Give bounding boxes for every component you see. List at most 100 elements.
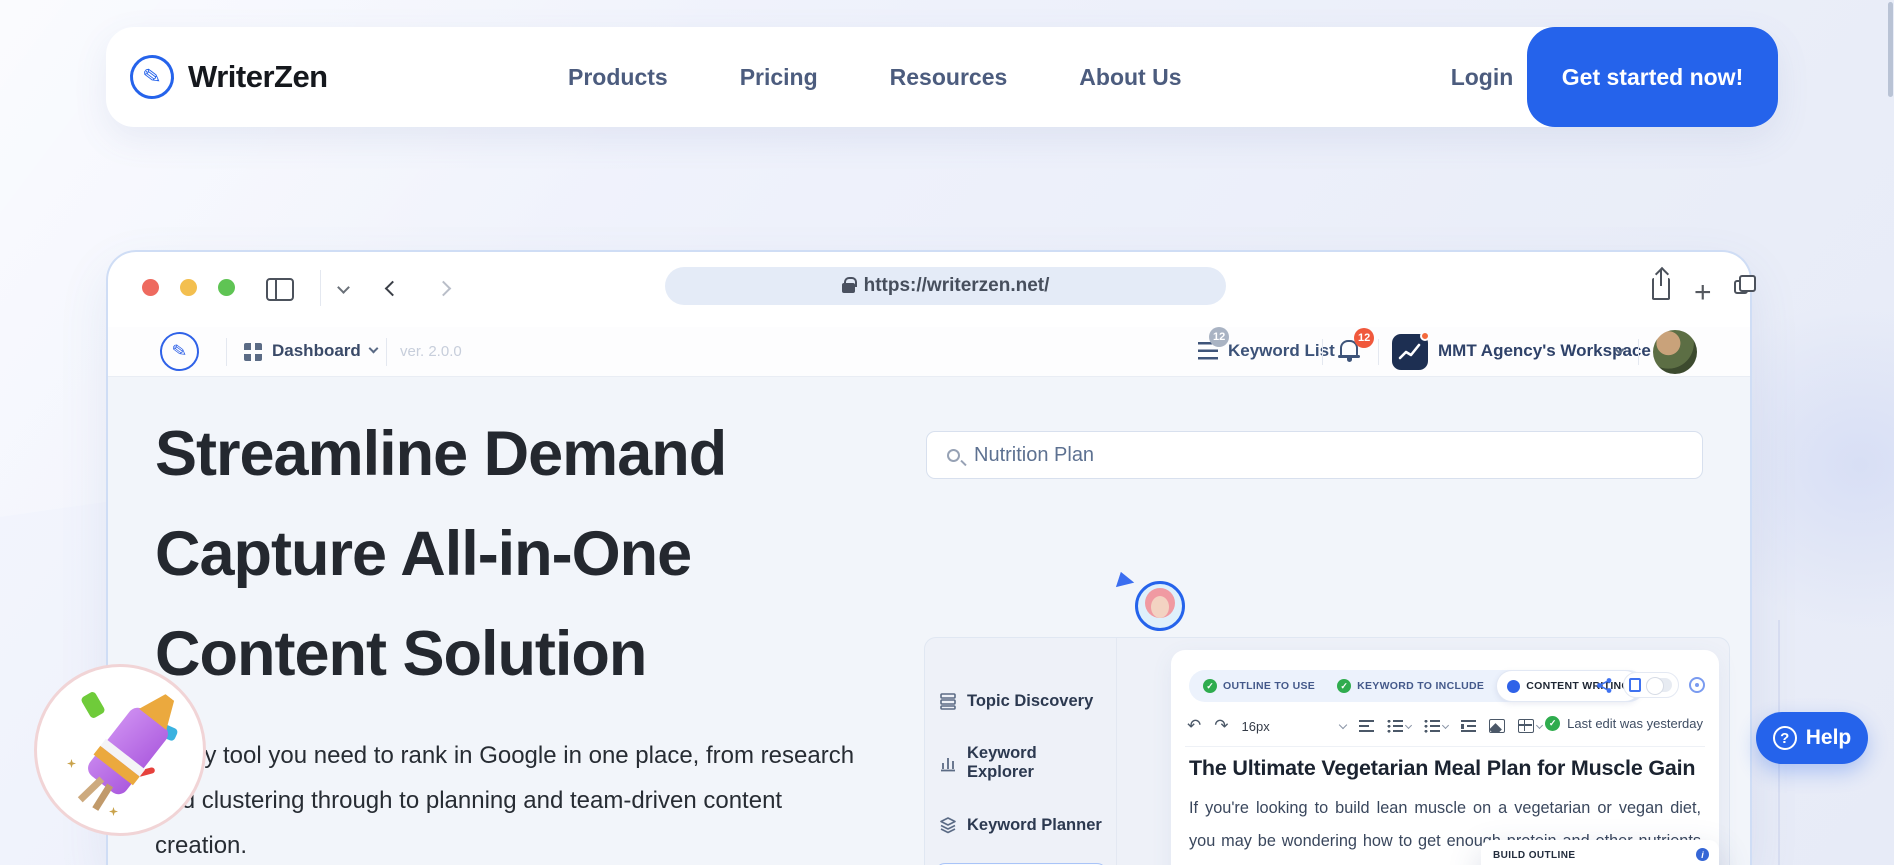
sidebar-toggle-icon[interactable]: [266, 278, 294, 301]
editor-actions: [1596, 672, 1705, 698]
notification-badge: 12: [1354, 328, 1375, 348]
get-started-button[interactable]: Get started now!: [1527, 27, 1778, 127]
search-icon: [947, 448, 960, 462]
outline-panel-title: BUILD OUTLINE: [1493, 850, 1576, 861]
divider: [1322, 339, 1323, 365]
active-step-dot: [1507, 679, 1521, 693]
nav-link-resources[interactable]: Resources: [890, 64, 1008, 91]
nav-link-about-us[interactable]: About Us: [1079, 64, 1181, 91]
redo-icon[interactable]: ↷: [1214, 716, 1228, 736]
user-avatar[interactable]: [1653, 330, 1697, 374]
traffic-light-zoom[interactable]: [218, 279, 235, 296]
divider: [1185, 746, 1705, 747]
divider: [1116, 638, 1117, 865]
page: ✎ WriterZen Products Pricing Resources A…: [0, 0, 1894, 865]
search-input[interactable]: Nutrition Plan: [926, 431, 1703, 479]
keyword-explorer-icon: [941, 758, 955, 772]
hero-title: Streamline Demand Capture All-in-One Con…: [155, 404, 727, 704]
dashboard-grid-icon: [244, 343, 262, 361]
last-edit-status: ✓ Last edit was yesterday: [1545, 716, 1703, 731]
hero-title-line2: Capture All-in-One: [155, 519, 692, 589]
confetti-candy: [80, 690, 106, 720]
sparkle: [109, 807, 118, 816]
topic-discovery-icon: [940, 693, 956, 710]
sidebar-item-label: Topic Discovery: [967, 691, 1094, 710]
divider: [226, 338, 227, 366]
keyword-list-badge: 12: [1209, 327, 1230, 347]
focus-mode-icon[interactable]: [1689, 677, 1705, 693]
question-icon: ?: [1772, 726, 1797, 750]
dashboard-menu[interactable]: Dashboard: [272, 341, 361, 361]
sparkle: [67, 759, 76, 768]
last-edit-text: Last edit was yesterday: [1567, 716, 1703, 731]
collab-user-avatar: [1135, 581, 1185, 631]
nav-links: Products Pricing Resources About Us: [568, 27, 1182, 127]
tab-overview-icon[interactable]: [1734, 275, 1756, 294]
sidebar-item-keyword-explorer[interactable]: Keyword Explorer: [939, 744, 1107, 781]
insert-image-icon[interactable]: [1488, 719, 1505, 733]
share-icon[interactable]: [1652, 270, 1670, 300]
workflow-steps: ✓ OUTLINE TO USE ✓ KEYWORD TO INCLUDE CO…: [1189, 670, 1645, 702]
collab-cursor-icon: [1115, 571, 1137, 593]
keyword-planner-icon: [940, 817, 956, 834]
help-button[interactable]: ? Help: [1756, 712, 1868, 764]
divider: [386, 338, 387, 366]
bullet-list-icon[interactable]: [1386, 719, 1412, 733]
insert-table-icon[interactable]: [1517, 719, 1543, 733]
traffic-light-close[interactable]: [142, 279, 159, 296]
address-bar[interactable]: https://writerzen.net/: [665, 267, 1226, 305]
search-value: Nutrition Plan: [974, 443, 1095, 466]
page-scrollbar[interactable]: [1888, 2, 1893, 97]
info-icon[interactable]: i: [1696, 848, 1709, 861]
top-navigation: ✎ WriterZen Products Pricing Resources A…: [106, 27, 1778, 127]
sidebar-item-keyword-planner[interactable]: Keyword Planner: [939, 810, 1107, 840]
chevron-down-icon: [1338, 720, 1347, 729]
brand-name: WriterZen: [188, 59, 328, 94]
lock-icon: [841, 277, 857, 293]
brand[interactable]: ✎ WriterZen: [127, 27, 328, 127]
browser-chrome: https://writerzen.net/ +: [108, 252, 1756, 327]
chevron-down-icon[interactable]: [368, 343, 379, 354]
sidebar-item-label: Keyword Explorer: [967, 744, 1037, 781]
sidebar-item-topic-discovery[interactable]: Topic Discovery: [939, 686, 1107, 716]
hero-subtitle: Every tool you need to rank in Google in…: [155, 742, 855, 859]
numbered-list-icon[interactable]: [1423, 719, 1449, 733]
workspace-status-dot: [1420, 331, 1430, 341]
app-header: ✎ Dashboard ver. 2.0.0 12 Keyword List 1…: [108, 327, 1750, 377]
article-title: The Ultimate Vegetarian Meal Plan for Mu…: [1189, 756, 1696, 780]
chevron-down-icon[interactable]: [337, 281, 350, 294]
divider: [320, 270, 321, 306]
font-size-select[interactable]: 16px: [1241, 718, 1347, 734]
nav-link-pricing[interactable]: Pricing: [740, 64, 818, 91]
url-text: https://writerzen.net/: [863, 275, 1050, 296]
version-label: ver. 2.0.0: [400, 343, 462, 360]
nav-link-products[interactable]: Products: [568, 64, 668, 91]
doc-toggle[interactable]: [1623, 672, 1679, 698]
font-size-value: 16px: [1241, 718, 1270, 734]
keyword-list-menu[interactable]: Keyword List: [1228, 341, 1335, 361]
align-left-icon[interactable]: [1358, 719, 1374, 733]
divider: [1378, 339, 1379, 365]
hero-title-line1: Streamline Demand: [155, 419, 727, 489]
toggle-switch: [1646, 677, 1672, 695]
undo-icon[interactable]: ↶: [1187, 716, 1201, 736]
party-popper-icon: [77, 704, 172, 811]
login-link[interactable]: Login: [1436, 27, 1528, 127]
step-outline-to-use[interactable]: ✓ OUTLINE TO USE: [1193, 670, 1325, 702]
app-logo-icon[interactable]: ✎: [157, 329, 202, 374]
document-icon: [1629, 678, 1641, 692]
forward-icon[interactable]: [435, 280, 452, 297]
help-label: Help: [1805, 726, 1852, 749]
divider: [1638, 339, 1639, 365]
check-icon: ✓: [1545, 716, 1561, 731]
indent-icon[interactable]: [1460, 719, 1476, 733]
new-tab-icon[interactable]: +: [1694, 276, 1712, 310]
hero-title-line3: Content Solution: [155, 619, 647, 689]
traffic-light-minimize[interactable]: [180, 279, 197, 296]
back-icon[interactable]: [384, 280, 401, 297]
share-icon[interactable]: [1596, 677, 1613, 694]
build-outline-panel: BUILD OUTLINE i H2 H3 H4 Copy Add line: [1481, 840, 1719, 865]
collab-avatar-face: [1151, 596, 1169, 618]
sidebar-item-label: Keyword Planner: [967, 815, 1102, 834]
step-keyword-to-include[interactable]: ✓ KEYWORD TO INCLUDE: [1327, 670, 1494, 702]
